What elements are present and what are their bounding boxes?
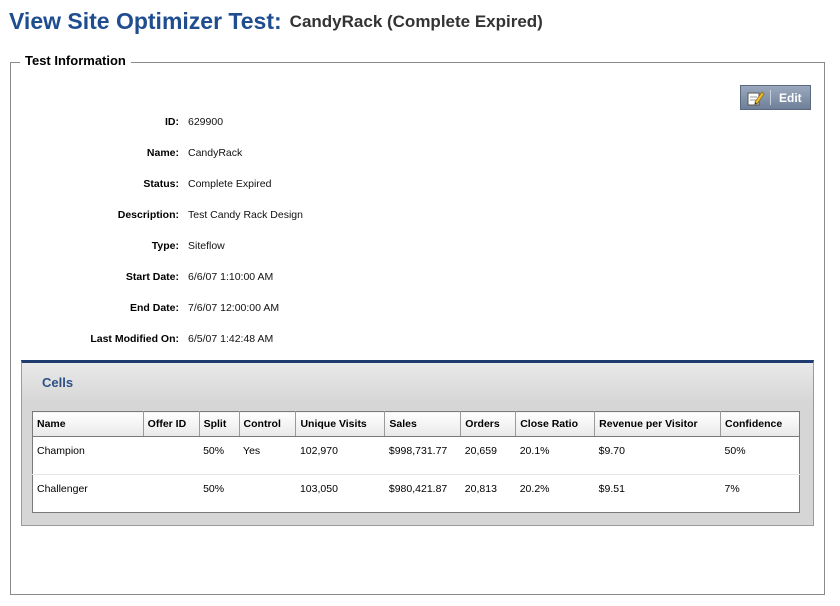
cell-orders: 20,813 [464, 483, 497, 495]
column-header[interactable]: Confidence [720, 411, 800, 437]
cell-close-ratio: 20.2% [519, 483, 550, 495]
table-row: Champion 50% Yes 102,970 $998,731.77 20,… [32, 436, 800, 475]
cell-control [239, 475, 296, 513]
cell-sales: $998,731.77 [384, 436, 461, 475]
field-label: ID: [165, 116, 179, 128]
field-label: Description: [117, 209, 179, 221]
field-value: Complete Expired [188, 178, 272, 190]
cell-close-ratio: 20.1% [515, 436, 595, 475]
cell-revenue-per-visitor: $9.70 [594, 436, 721, 475]
column-header[interactable]: Revenue per Visitor [594, 411, 722, 437]
cell-revenue-per-visitor: $9.51 [598, 483, 625, 495]
cell-split: 50% [203, 483, 225, 495]
page-title-text: View Site Optimizer Test: [9, 8, 282, 34]
cell-orders: 20,659 [460, 436, 516, 475]
field-label: Status: [143, 178, 179, 190]
column-header[interactable]: Offer ID [143, 411, 200, 437]
cells-panel: Cells Name Offer ID Split Control Unique… [21, 360, 814, 526]
cell-split: 50% [199, 436, 240, 475]
column-header[interactable]: Name [32, 411, 144, 437]
field-value: 6/5/07 1:42:48 AM [188, 333, 274, 345]
field-label: Name: [146, 147, 179, 159]
field-value: CandyRack [188, 147, 243, 159]
cells-title: Cells [42, 375, 74, 390]
cell-unique-visits: 103,050 [299, 483, 338, 495]
field-label: Type: [151, 240, 179, 252]
cell-name: Challenger [37, 483, 88, 495]
test-name-status: CandyRack (Complete Expired) [289, 12, 543, 31]
field-value: Siteflow [188, 240, 225, 252]
cell-name: Champion [32, 436, 144, 475]
cell-confidence: 50% [720, 436, 800, 475]
edit-icon [747, 90, 765, 106]
edit-separator [770, 90, 771, 105]
cell-control: Yes [239, 436, 296, 475]
column-header[interactable]: Control [239, 411, 297, 437]
cell-unique-visits: 102,970 [295, 436, 385, 475]
column-header[interactable]: Orders [460, 411, 517, 437]
edit-label: Edit [779, 90, 802, 105]
cell-offer-id [143, 475, 199, 513]
column-header[interactable]: Sales [384, 411, 462, 437]
field-value: 7/6/07 12:00:00 AM [188, 302, 280, 314]
field-label: Start Date: [125, 271, 179, 283]
column-header[interactable]: Unique Visits [295, 411, 386, 437]
cell-sales: $980,421.87 [388, 483, 448, 495]
table-row: Challenger 50% 103,050 $980,421.87 20,81… [33, 475, 800, 513]
edit-button[interactable]: Edit [740, 85, 811, 110]
field-value: Test Candy Rack Design [188, 209, 303, 221]
field-value: 629900 [188, 116, 224, 128]
field-label: End Date: [129, 302, 179, 314]
field-label: Last Modified On: [90, 333, 179, 345]
test-information-section: Test Information Edit ID: 629900 Name: C… [10, 53, 825, 595]
field-value: 6/6/07 1:10:00 AM [188, 271, 274, 283]
section-legend: Test Information [20, 53, 131, 68]
table-header-row: Name Offer ID Split Control Unique Visit… [32, 411, 800, 437]
page-title: View Site Optimizer Test: CandyRack (Comp… [9, 8, 543, 35]
cells-table: Name Offer ID Split Control Unique Visit… [32, 411, 800, 513]
cell-offer-id [143, 436, 200, 475]
column-header[interactable]: Close Ratio [515, 411, 596, 437]
cell-confidence: 7% [724, 483, 740, 495]
column-header[interactable]: Split [199, 411, 240, 437]
